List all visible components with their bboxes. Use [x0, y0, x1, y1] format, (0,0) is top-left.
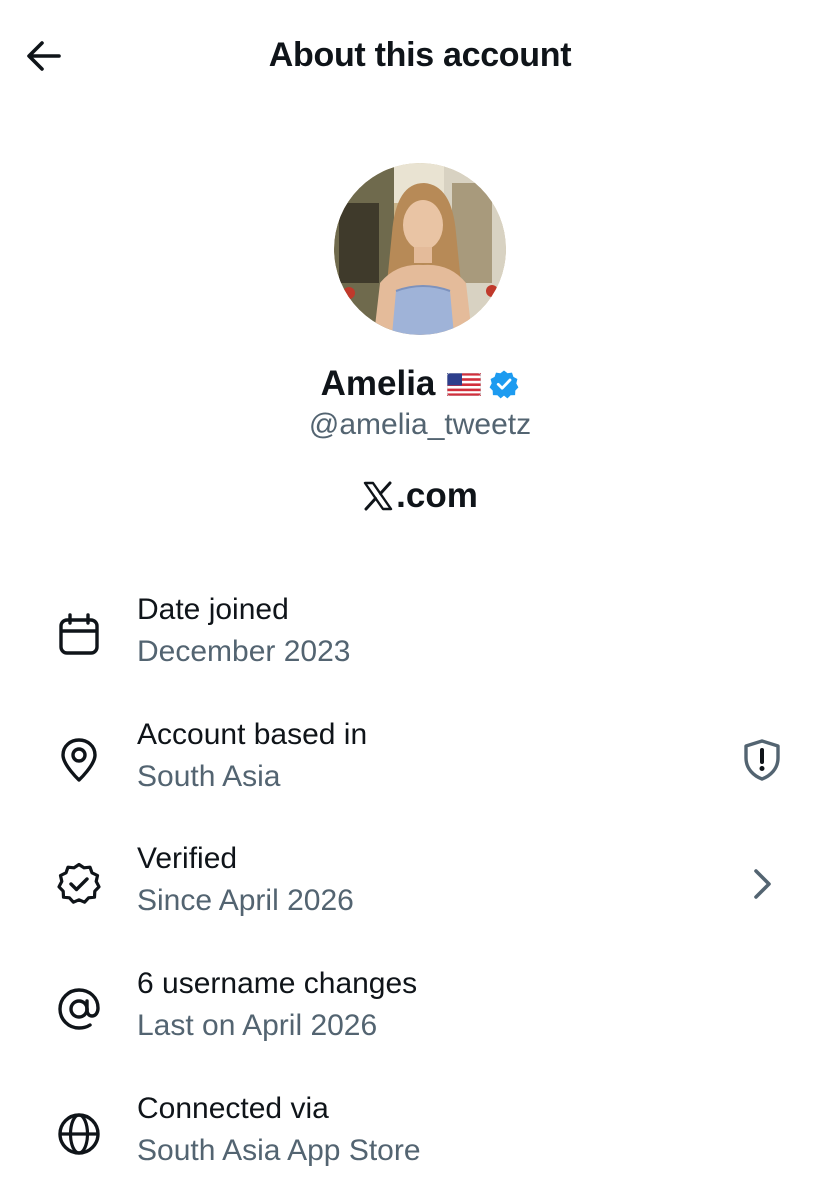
row-icon-wrap	[54, 984, 104, 1034]
row-username-changes: 6 username changes Last on April 2026	[0, 967, 840, 1077]
verified-badge-icon	[489, 370, 519, 399]
username-handle: @amelia_tweetz	[308, 408, 532, 441]
row-icon-wrap	[54, 735, 104, 785]
row-date-joined: Date joined December 2023	[0, 593, 840, 703]
about-account-page: About this account Amelia @amelia_tweetz…	[0, 0, 840, 1200]
row-subtitle: South Asia App Store	[137, 1134, 421, 1167]
shield-alert-icon	[744, 739, 780, 781]
site-label: .com	[0, 474, 840, 518]
row-subtitle: Since April 2026	[137, 884, 354, 917]
row-title: Verified	[137, 842, 238, 875]
at-sign-icon	[58, 988, 100, 1030]
row-connected-via: Connected via South Asia App Store	[0, 1092, 840, 1200]
location-warning-button[interactable]	[736, 734, 788, 786]
name-row: Amelia	[0, 362, 840, 406]
globe-icon	[58, 1113, 100, 1155]
calendar-icon	[59, 613, 99, 655]
avatar[interactable]	[334, 163, 506, 335]
chevron-right-icon	[754, 869, 771, 899]
row-icon-wrap	[54, 859, 104, 909]
row-subtitle: December 2023	[137, 635, 351, 668]
site-text: .com	[396, 476, 478, 515]
row-title: Account based in	[137, 718, 368, 751]
top-bar: About this account	[0, 0, 840, 115]
x-logo-icon	[363, 481, 393, 511]
row-subtitle: South Asia	[137, 760, 281, 793]
profile-photo	[334, 163, 506, 335]
row-title: Date joined	[137, 593, 289, 626]
display-name: Amelia	[320, 364, 436, 403]
page-title: About this account	[268, 36, 572, 74]
row-icon-wrap	[54, 1109, 104, 1159]
row-title: 6 username changes	[137, 967, 418, 1000]
verified-details-button[interactable]	[736, 858, 788, 910]
row-account-based-in: Account based in South Asia	[0, 718, 840, 828]
us-flag-icon	[447, 372, 482, 396]
location-pin-icon	[61, 738, 97, 782]
row-icon-wrap	[54, 610, 104, 660]
verified-outline-icon	[57, 862, 101, 904]
row-title: Connected via	[137, 1092, 329, 1125]
row-verified[interactable]: Verified Since April 2026	[0, 842, 840, 952]
row-subtitle: Last on April 2026	[137, 1009, 378, 1042]
